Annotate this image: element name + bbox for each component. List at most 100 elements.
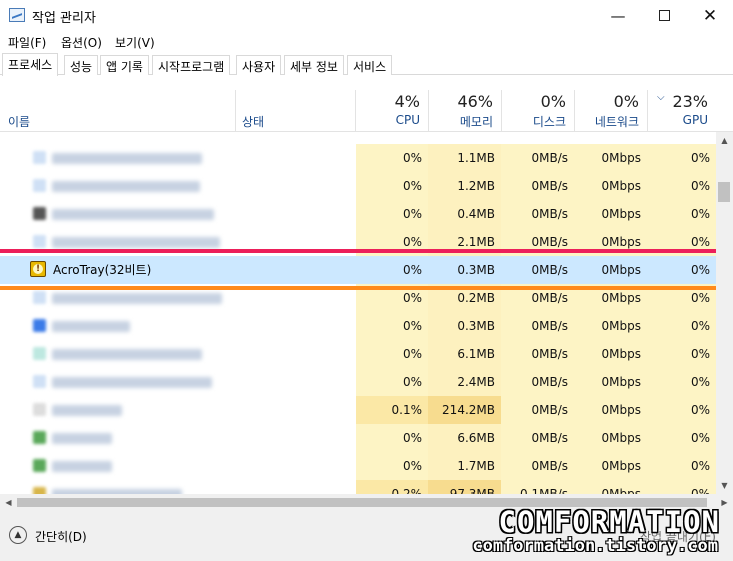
- process-row[interactable]: 0% 1.1MB 0MB/s 0Mbps 0%: [0, 144, 716, 172]
- column-network[interactable]: 0% 네트워크: [574, 90, 647, 132]
- process-row[interactable]: 0% 6.6MB 0MB/s 0Mbps 0%: [0, 424, 716, 452]
- gpu-value: 0%: [647, 452, 716, 480]
- disk-value: 0MB/s: [501, 396, 574, 424]
- network-total: 0%: [613, 92, 639, 111]
- process-name-redacted: [52, 461, 112, 472]
- disk-value: 0.1MB/s: [501, 480, 574, 494]
- process-name: AcroTray(32비트): [53, 263, 152, 277]
- memory-value: 6.1MB: [428, 340, 501, 368]
- menu-options[interactable]: 옵션(O): [61, 34, 102, 51]
- watermark: COMFORMATION comformation.tistory.com: [428, 505, 728, 556]
- column-gpu[interactable]: 23% GPU: [647, 90, 716, 132]
- cpu-total: 4%: [394, 92, 420, 111]
- process-name-redacted: [52, 237, 220, 248]
- process-icon: [33, 347, 46, 360]
- disk-value: 0MB/s: [501, 424, 574, 452]
- fewer-details-button[interactable]: 간단히(D): [35, 528, 87, 545]
- menu-file[interactable]: 파일(F): [8, 34, 46, 51]
- process-row[interactable]: 0.1% 214.2MB 0MB/s 0Mbps 0%: [0, 396, 716, 424]
- network-value: 0Mbps: [574, 452, 647, 480]
- memory-label: 메모리: [459, 115, 493, 129]
- cpu-value: 0%: [356, 144, 428, 172]
- disk-total: 0%: [540, 92, 566, 111]
- gpu-value: 0%: [647, 368, 716, 396]
- disk-value: 0MB/s: [501, 340, 574, 368]
- column-cpu[interactable]: 4% CPU: [356, 90, 428, 132]
- network-value: 0Mbps: [574, 312, 647, 340]
- network-value: 0Mbps: [574, 368, 647, 396]
- process-row[interactable]: 0% 6.1MB 0MB/s 0Mbps 0%: [0, 340, 716, 368]
- cpu-value: 0%: [356, 368, 428, 396]
- process-row[interactable]: 0% 0.3MB 0MB/s 0Mbps 0%: [0, 312, 716, 340]
- memory-value: 0.3MB: [428, 312, 501, 340]
- gpu-label: GPU: [682, 113, 708, 127]
- tab-users[interactable]: 사용자: [236, 55, 282, 75]
- process-name-redacted: [52, 209, 214, 220]
- maximize-button[interactable]: [641, 0, 687, 31]
- tab-app-history[interactable]: 앱 기록: [100, 55, 149, 75]
- maximize-icon: [658, 10, 670, 21]
- process-icon: [33, 375, 46, 388]
- process-row[interactable]: 0.2% 97.3MB 0.1MB/s 0Mbps 0%: [0, 480, 716, 494]
- column-memory[interactable]: 46% 메모리: [428, 90, 501, 132]
- process-icon: [33, 151, 46, 164]
- acrotray-icon-glyph: !: [33, 264, 43, 274]
- watermark-main: COMFORMATION: [498, 505, 720, 539]
- vertical-scrollbar[interactable]: ▲ ▼: [716, 132, 733, 494]
- scroll-up-arrow-icon[interactable]: ▲: [716, 132, 733, 149]
- network-value: 0Mbps: [574, 200, 647, 228]
- memory-value: 1.2MB: [428, 172, 501, 200]
- process-row[interactable]: 0% 2.4MB 0MB/s 0Mbps 0%: [0, 368, 716, 396]
- tab-startup[interactable]: 시작프로그램: [152, 55, 231, 75]
- task-manager-icon: [9, 8, 25, 22]
- column-disk[interactable]: 0% 디스크: [501, 90, 574, 132]
- process-name-redacted: [52, 293, 222, 304]
- cpu-value: 0.1%: [356, 396, 428, 424]
- scroll-down-arrow-icon[interactable]: ▼: [716, 477, 733, 494]
- process-icon: [33, 487, 46, 494]
- column-status[interactable]: 상태: [242, 113, 264, 130]
- disk-value: 0MB/s: [501, 200, 574, 228]
- column-header: 이름 상태 4% CPU 46% 메모리 0% 디스크 0% 네트워크 ⌵ 23…: [0, 90, 733, 132]
- memory-value: 1.1MB: [428, 144, 501, 172]
- process-icon: [33, 235, 46, 248]
- disk-label: 디스크: [532, 115, 566, 129]
- memory-value: 214.2MB: [428, 396, 501, 424]
- process-name-redacted: [52, 433, 112, 444]
- cpu-value: 0%: [356, 424, 428, 452]
- memory-value: 0.4MB: [428, 200, 501, 228]
- process-name-redacted: [52, 153, 202, 164]
- process-list: 0% 1.1MB 0MB/s 0Mbps 0% 0% 1.2MB 0MB/s 0Mbps 0% 0%…: [0, 132, 716, 494]
- tab-details[interactable]: 세부 정보: [284, 55, 344, 75]
- network-value: 0Mbps: [574, 480, 647, 494]
- memory-value: 0.3MB: [428, 256, 501, 284]
- minimize-button[interactable]: —: [595, 0, 641, 31]
- network-value: 0Mbps: [574, 340, 647, 368]
- process-row[interactable]: 0% 0.4MB 0MB/s 0Mbps 0%: [0, 200, 716, 228]
- highlight-line-bottom: [0, 286, 733, 290]
- gpu-value: 0%: [647, 396, 716, 424]
- close-button[interactable]: ✕: [687, 0, 733, 31]
- process-row-acrotray[interactable]: ! AcroTray(32비트) 0% 0.3MB 0MB/s 0Mbps 0%: [0, 256, 716, 284]
- memory-value: 97.3MB: [428, 480, 501, 494]
- column-name[interactable]: 이름: [8, 113, 30, 130]
- network-value: 0Mbps: [574, 396, 647, 424]
- cpu-label: CPU: [395, 113, 420, 127]
- process-row[interactable]: 0% 1.2MB 0MB/s 0Mbps 0%: [0, 172, 716, 200]
- process-row[interactable]: 0% 1.7MB 0MB/s 0Mbps 0%: [0, 452, 716, 480]
- scroll-left-arrow-icon[interactable]: ◀: [0, 494, 17, 511]
- disk-value: 0MB/s: [501, 256, 574, 284]
- chevron-up-icon[interactable]: ▲: [9, 526, 27, 544]
- process-icon: [33, 291, 46, 304]
- menu-view[interactable]: 보기(V): [115, 34, 155, 51]
- vertical-scroll-thumb[interactable]: [718, 182, 730, 202]
- gpu-value: 0%: [647, 172, 716, 200]
- process-icon: [33, 459, 46, 472]
- column-divider[interactable]: [235, 90, 236, 132]
- disk-value: 0MB/s: [501, 172, 574, 200]
- gpu-value: 0%: [647, 256, 716, 284]
- network-value: 0Mbps: [574, 256, 647, 284]
- tab-performance[interactable]: 성능: [64, 55, 99, 75]
- tab-processes[interactable]: 프로세스: [2, 53, 59, 76]
- tab-services[interactable]: 서비스: [347, 55, 393, 75]
